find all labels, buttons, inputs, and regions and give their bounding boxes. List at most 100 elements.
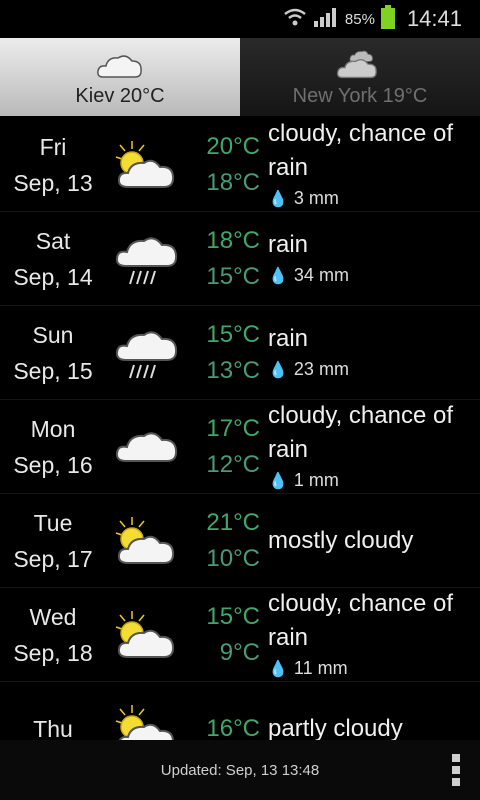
description: cloudy, chance of rain 💧 1 mm xyxy=(260,399,480,495)
day-date: Sep, 14 xyxy=(13,263,93,290)
temps: 15°C 13°C xyxy=(192,317,260,389)
temp-high: 20°C xyxy=(206,132,260,160)
condition-text: partly cloudy xyxy=(268,714,403,741)
day-cell: Thu xyxy=(0,711,106,741)
forecast-list[interactable]: Fri Sep, 13 20°C 18°C cloudy, chance of … xyxy=(0,118,480,740)
clock: 14:41 xyxy=(406,6,462,31)
day-name: Sat xyxy=(35,227,71,254)
partly-cloudy-icon xyxy=(115,140,175,188)
weather-icon-cell xyxy=(106,320,192,386)
condition-text: cloudy, chance of rain xyxy=(268,401,454,463)
day-date: Sep, 18 xyxy=(13,639,93,666)
tab-new-york-label: New York 19°C xyxy=(292,85,428,107)
temps: 15°C 9°C xyxy=(192,599,260,671)
tab-kiev[interactable]: Kiev 20°C xyxy=(0,38,240,116)
condition-text: rain xyxy=(268,230,309,258)
battery-percent: 85% xyxy=(344,10,375,28)
temp-high: 17°C xyxy=(206,414,260,442)
water-drop-icon: 💧 xyxy=(268,190,288,208)
temp-high: 16°C xyxy=(206,714,260,741)
temp-low: 12°C xyxy=(206,450,260,478)
precip-amount: 3 mm xyxy=(293,187,339,208)
signal-icon xyxy=(313,7,339,32)
temps: 18°C 15°C xyxy=(192,223,260,295)
condition-text: mostly cloudy xyxy=(268,526,414,554)
partly-cloudy-icon xyxy=(115,704,175,740)
precipitation: 💧 11 mm xyxy=(268,655,480,683)
forecast-row[interactable]: Thu 16°C partly cloudy 💧 xyxy=(0,682,480,740)
day-cell: Sat Sep, 14 xyxy=(0,223,106,295)
cloud-icon xyxy=(336,50,377,79)
day-name: Fri xyxy=(39,133,67,160)
day-name: Sun xyxy=(32,321,74,348)
condition-text: cloudy, chance of rain xyxy=(268,119,454,181)
day-cell: Mon Sep, 16 xyxy=(0,411,106,483)
day-date: Sep, 13 xyxy=(13,169,93,196)
description: cloudy, chance of rain 💧 3 mm xyxy=(260,118,480,213)
precipitation: 💧 23 mm xyxy=(268,356,480,384)
city-tabs: Kiev 20°C New York 19°C xyxy=(0,38,480,116)
description: cloudy, chance of rain 💧 11 mm xyxy=(260,587,480,683)
precip-amount: 34 mm xyxy=(293,264,349,285)
water-drop-icon: 💧 xyxy=(268,361,288,379)
temps: 16°C xyxy=(192,711,260,741)
day-name: Tue xyxy=(33,509,73,536)
rain-icon xyxy=(115,236,178,284)
temp-low: 18°C xyxy=(206,168,260,196)
rain-icon xyxy=(115,330,178,378)
temp-low: 10°C xyxy=(206,544,260,572)
weather-icon-cell xyxy=(106,605,192,665)
status-bar: 85% 14:41 xyxy=(0,0,480,38)
updated-label: Updated: Sep, 13 13:48 xyxy=(160,761,320,779)
precipitation: 💧 1 mm xyxy=(268,467,480,495)
precipitation: 💧 34 mm xyxy=(268,262,480,290)
day-name: Wed xyxy=(29,603,77,630)
forecast-row[interactable]: Fri Sep, 13 20°C 18°C cloudy, chance of … xyxy=(0,118,480,212)
temp-low: 15°C xyxy=(206,262,260,290)
weather-icon-cell xyxy=(106,135,192,195)
weather-icon-cell xyxy=(106,226,192,292)
description: rain 💧 34 mm xyxy=(260,228,480,290)
water-drop-icon: 💧 xyxy=(268,267,288,285)
temps: 17°C 12°C xyxy=(192,411,260,483)
day-date: Sep, 17 xyxy=(13,545,93,572)
temp-low: 13°C xyxy=(206,356,260,384)
forecast-row[interactable]: Sat Sep, 14 18°C 15°C rain 💧 34 mm xyxy=(0,212,480,306)
day-date: Sep, 16 xyxy=(13,451,93,478)
temp-high: 18°C xyxy=(206,226,260,254)
day-cell: Sun Sep, 15 xyxy=(0,317,106,389)
day-cell: Wed Sep, 18 xyxy=(0,599,106,671)
forecast-row[interactable]: Tue Sep, 17 21°C 10°C mostly cloudy 💧 xyxy=(0,494,480,588)
precip-amount: 23 mm xyxy=(293,358,349,379)
weather-icon-cell xyxy=(106,419,192,475)
day-name: Mon xyxy=(30,415,76,442)
description: partly cloudy 💧 xyxy=(260,712,480,741)
bottom-bar: Updated: Sep, 13 13:48 xyxy=(0,740,480,800)
temps: 20°C 18°C xyxy=(192,129,260,201)
temp-high: 15°C xyxy=(206,320,260,348)
temp-high: 21°C xyxy=(206,508,260,536)
forecast-row[interactable]: Mon Sep, 16 17°C 12°C cloudy, chance of … xyxy=(0,400,480,494)
forecast-row[interactable]: Sun Sep, 15 15°C 13°C rain 💧 23 mm xyxy=(0,306,480,400)
tab-new-york[interactable]: New York 19°C xyxy=(240,38,480,116)
forecast-row[interactable]: Wed Sep, 18 15°C 9°C cloudy, chance of r… xyxy=(0,588,480,682)
overflow-menu-icon[interactable] xyxy=(452,750,462,790)
precip-amount: 11 mm xyxy=(293,657,348,678)
description: rain 💧 23 mm xyxy=(260,322,480,384)
partly-cloudy-icon xyxy=(115,516,175,564)
condition-text: cloudy, chance of rain xyxy=(268,589,454,651)
condition-text: rain xyxy=(268,324,309,352)
weather-icon-cell xyxy=(106,511,192,571)
partly-cloudy-icon xyxy=(115,610,175,658)
precipitation: 💧 3 mm xyxy=(268,185,480,213)
temps: 21°C 10°C xyxy=(192,505,260,577)
tab-kiev-label: Kiev 20°C xyxy=(75,85,165,107)
temp-high: 15°C xyxy=(206,602,260,630)
day-name: Thu xyxy=(33,715,73,741)
day-date: Sep, 15 xyxy=(13,357,93,384)
water-drop-icon: 💧 xyxy=(268,472,288,490)
cloud-icon xyxy=(97,55,142,78)
battery-icon xyxy=(380,4,395,34)
temp-low: 9°C xyxy=(219,638,260,666)
day-cell: Fri Sep, 13 xyxy=(0,129,106,201)
